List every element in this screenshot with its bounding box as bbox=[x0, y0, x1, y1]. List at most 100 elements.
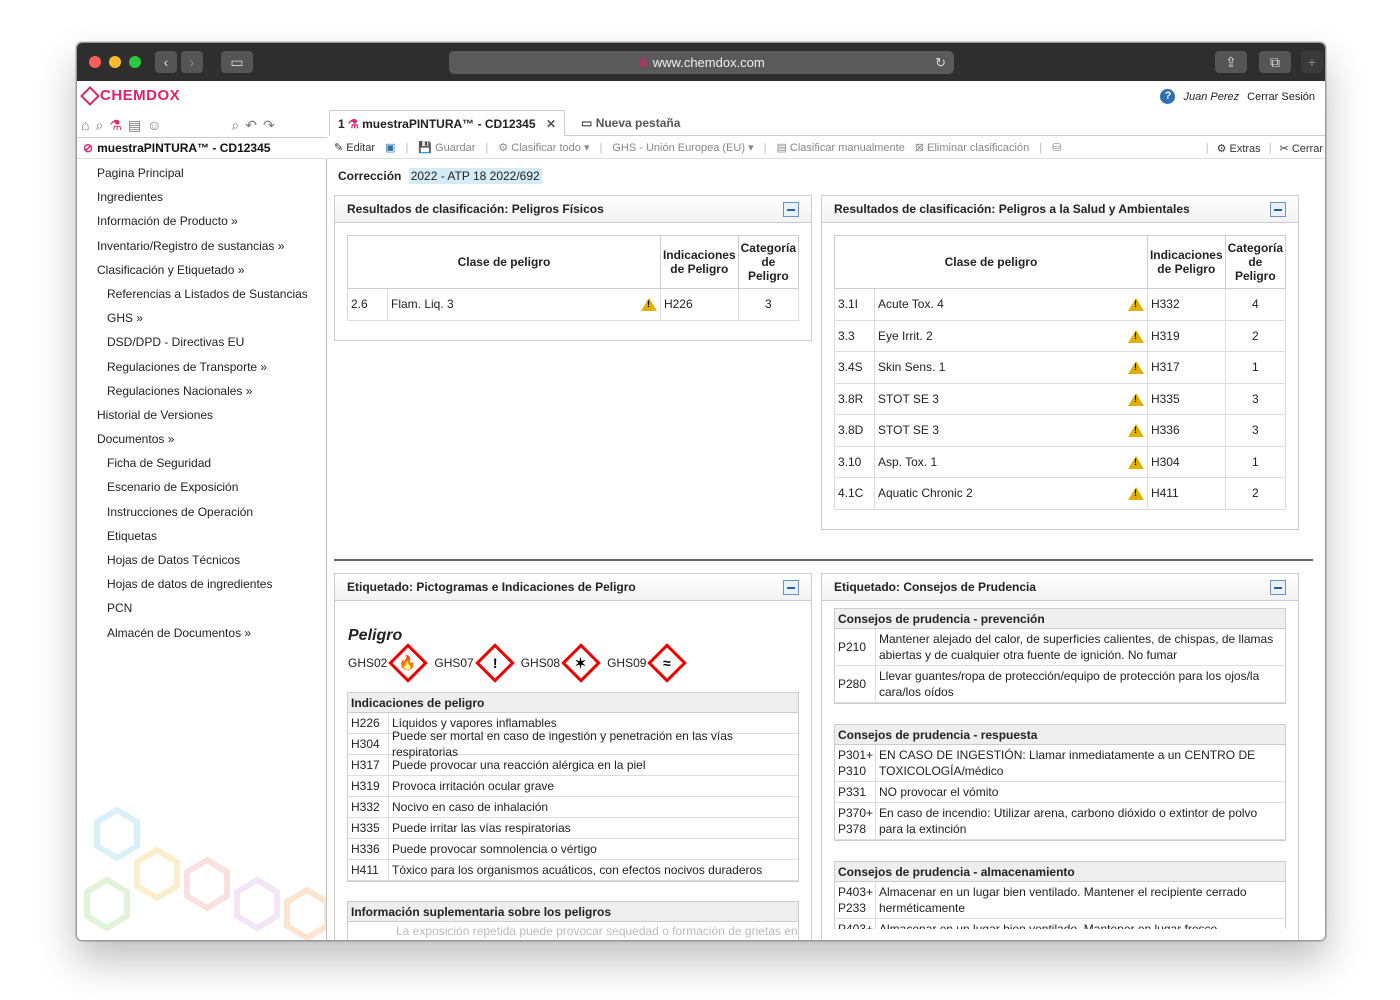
sidebar-item[interactable]: Inventario/Registro de sustancias » bbox=[77, 234, 326, 258]
sidebar-item[interactable]: Ingredientes bbox=[77, 185, 326, 209]
forward-icon[interactable]: › bbox=[181, 51, 203, 73]
sidebar-item[interactable]: Instrucciones de Operación bbox=[77, 500, 326, 524]
browser-titlebar: ‹ › ▭ ⊗ www.chemdox.com ↻ ⇪ ⧉ + bbox=[77, 43, 1325, 81]
panel-header: Etiquetado: Consejos de Prudencia bbox=[822, 574, 1298, 601]
hazard-code: 3.8D bbox=[834, 414, 875, 447]
reload-icon[interactable]: ↻ bbox=[935, 51, 946, 74]
new-tab-page-icon: ▭ bbox=[581, 116, 593, 130]
warning-icon bbox=[640, 298, 657, 312]
collapse-icon[interactable] bbox=[1270, 580, 1286, 595]
sidebar-item[interactable]: Hojas de Datos Técnicos bbox=[77, 548, 326, 572]
hazard-statement-code: H226 bbox=[659, 288, 739, 321]
physical-hazards-panel: Resultados de clasificación: Peligros Fí… bbox=[334, 195, 812, 341]
screen-icon[interactable]: ▣ bbox=[385, 141, 395, 154]
pictogram: GHS07! bbox=[434, 643, 515, 683]
health-hazards-panel: Resultados de clasificación: Peligros a … bbox=[821, 195, 1299, 530]
list-item: P403+ Almacenar en un lugar bien ventilad… bbox=[835, 919, 1285, 929]
minimize-window-button[interactable] bbox=[109, 56, 121, 68]
hazard-class-name: STOT SE 3 bbox=[878, 391, 939, 406]
regulation-select[interactable]: GHS - Unión Europea (EU) ▾ bbox=[612, 141, 753, 154]
statement-code: P370+ P378 bbox=[838, 806, 874, 836]
classify-all-button[interactable]: ⚙ Clasificar todo ▾ bbox=[498, 141, 589, 154]
sidebar-item[interactable]: Información de Producto » bbox=[77, 209, 326, 233]
close-window-button[interactable] bbox=[89, 56, 101, 68]
sidebar-item[interactable]: PCN bbox=[77, 596, 326, 620]
sidebar-item[interactable]: DSD/DPD - Directivas EU bbox=[77, 330, 326, 354]
sidebar-item[interactable]: GHS » bbox=[77, 306, 326, 330]
sidebar-item[interactable]: Etiquetas bbox=[77, 524, 326, 548]
regulation-label: GHS - Unión Europea (EU) bbox=[612, 142, 746, 154]
tab-close-icon[interactable]: ✕ bbox=[546, 111, 556, 137]
home-icon[interactable]: ⌂ bbox=[81, 117, 89, 134]
redo-icon[interactable]: ↷ bbox=[263, 117, 275, 134]
tabs-overview-icon[interactable]: ⧉ bbox=[1259, 51, 1291, 73]
users-icon[interactable]: ☺ bbox=[147, 117, 161, 134]
hazard-code: 3.4S bbox=[834, 351, 875, 384]
statement-code: P403+ bbox=[838, 922, 874, 929]
sidebar-item[interactable]: Historial de Versiones bbox=[77, 403, 326, 427]
list-item: H335 Puede irritar las vías respiratorias bbox=[348, 818, 798, 839]
statement-text: Almacenar en un lugar bien ventilado. Ma… bbox=[875, 882, 1285, 918]
new-tab-icon[interactable]: + bbox=[1301, 51, 1323, 73]
sidebar-item[interactable]: Hojas de datos de ingredientes bbox=[77, 572, 326, 596]
section-divider bbox=[334, 559, 1313, 561]
collapse-icon[interactable] bbox=[783, 202, 799, 217]
share-icon[interactable]: ⇪ bbox=[1215, 51, 1247, 73]
sidebar-item[interactable]: Clasificación y Etiquetado » bbox=[77, 258, 326, 282]
storage-title: Consejos de prudencia - almacenamiento bbox=[835, 862, 1285, 882]
toolbar-right: | ⚙ Extras | ✂ Cerrar bbox=[1206, 137, 1323, 159]
tab-product[interactable]: 1 ⚗ muestraPINTURA™ - CD12345 ✕ bbox=[329, 110, 565, 136]
database-icon[interactable]: ⛁ bbox=[1052, 141, 1061, 154]
close-button[interactable]: ✂ Cerrar bbox=[1280, 142, 1323, 155]
warning-icon bbox=[1127, 455, 1144, 469]
tab-new[interactable]: ▭ Nueva pestaña bbox=[573, 110, 688, 136]
product-icon[interactable]: ⚗ bbox=[109, 117, 122, 134]
correction-value[interactable]: 2022 - ATP 18 2022/692 bbox=[408, 168, 542, 184]
statement-text: Nocivo en caso de inhalación bbox=[388, 797, 551, 817]
manual-classify-button[interactable]: ▤ Clasificar manualmente bbox=[776, 141, 904, 154]
warning-icon bbox=[1127, 487, 1144, 501]
hazard-class-cell: Eye Irrit. 2 bbox=[874, 319, 1148, 352]
collapse-icon[interactable] bbox=[783, 580, 799, 595]
statement-text: Mantener alejado del calor, de superfici… bbox=[875, 629, 1285, 665]
document-icon[interactable]: ▤ bbox=[128, 117, 141, 134]
app-root: CHEMDOX ? Juan Perez Cerrar Sesión ⌂ ⌕ ⚗… bbox=[77, 81, 1325, 940]
address-bar[interactable]: ⊗ www.chemdox.com ↻ bbox=[449, 51, 954, 74]
pictogram: GHS02 🔥 bbox=[348, 643, 429, 683]
sidebar-item[interactable]: Escenario de Exposición bbox=[77, 475, 326, 499]
sidebar-item[interactable]: Referencias a Listados de Sustancias bbox=[77, 282, 326, 306]
sidebar-item[interactable]: Pagina Principal bbox=[77, 161, 326, 185]
back-icon[interactable]: ‹ bbox=[155, 51, 177, 73]
hazard-statements-list: H226 Líquidos y vapores inflamables H304 Pu… bbox=[348, 713, 798, 881]
health-hazard-icon-glyph: ✶ bbox=[575, 654, 587, 671]
hazard-category: 1 bbox=[1224, 445, 1287, 478]
list-item: P331 NO provocar el vómito bbox=[835, 782, 1285, 803]
collapse-icon[interactable] bbox=[1270, 202, 1286, 217]
hazard-code: 3.8R bbox=[834, 382, 875, 415]
undo-icon[interactable]: ↶ bbox=[245, 117, 257, 134]
hazard-class-name: Skin Sens. 1 bbox=[878, 360, 946, 375]
warning-icon bbox=[1127, 424, 1144, 438]
zoom-icon[interactable]: ⌕ bbox=[231, 117, 239, 134]
table-row: 4.1CAquatic Chronic 2 H4112 bbox=[834, 477, 1287, 510]
statement-text: Puede irritar las vías respiratorias bbox=[388, 818, 574, 838]
logout-link[interactable]: Cerrar Sesión bbox=[1247, 91, 1315, 103]
remove-classification-button[interactable]: ⊠ Eliminar clasificación bbox=[915, 141, 1029, 154]
search-icon[interactable]: ⌕ bbox=[95, 117, 103, 134]
extras-button[interactable]: ⚙ Extras bbox=[1217, 142, 1261, 155]
zoom-window-button[interactable] bbox=[129, 56, 141, 68]
flame-icon-glyph: 🔥 bbox=[399, 654, 418, 671]
edit-button[interactable]: ✎ Editar bbox=[334, 141, 375, 154]
sidebar-item[interactable]: Ficha de Seguridad bbox=[77, 451, 326, 475]
sidebar-item[interactable]: Almacén de Documentos » bbox=[77, 621, 326, 645]
sidebar-item[interactable]: Regulaciones de Transporte » bbox=[77, 355, 326, 379]
toolbar-separator: | bbox=[1039, 141, 1043, 154]
sidebar-item[interactable]: Documentos » bbox=[77, 427, 326, 451]
pictogram-code: GHS07 bbox=[434, 656, 474, 670]
sidebar-toggle-icon[interactable]: ▭ bbox=[221, 51, 253, 73]
sidebar-item[interactable]: Regulaciones Nacionales » bbox=[77, 379, 326, 403]
help-icon[interactable]: ? bbox=[1160, 89, 1176, 104]
save-button[interactable]: 💾 Guardar bbox=[418, 141, 475, 154]
manual-classify-label: Clasificar manualmente bbox=[789, 142, 905, 154]
statement-code: H226 bbox=[351, 716, 380, 730]
